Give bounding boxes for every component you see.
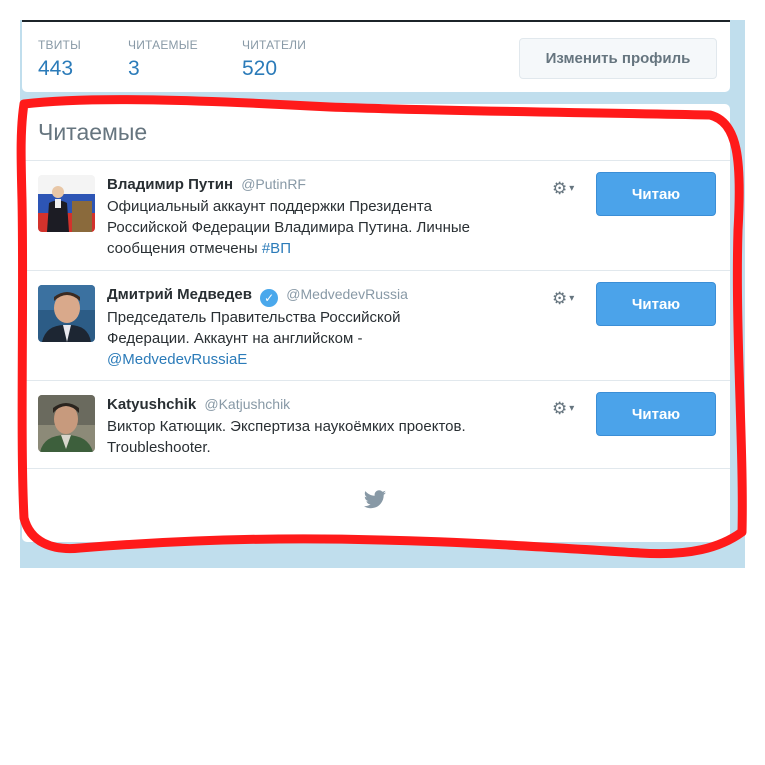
- verified-badge-icon: ✓: [260, 289, 279, 307]
- stat-followers[interactable]: ЧИТАТЕЛИ 520: [242, 38, 306, 81]
- bio-line: Официальный аккаунт поддержки Президента: [107, 198, 432, 215]
- user-handle[interactable]: @PutinRF: [241, 176, 306, 192]
- user-name[interactable]: Дмитрий Медведев: [107, 286, 252, 303]
- screenshot: ТВИТЫ 443 ЧИТАЕМЫЕ 3 ЧИТАТЕЛИ 520 Измени…: [0, 0, 765, 765]
- chevron-down-icon: ▾: [569, 403, 575, 414]
- chevron-down-icon: ▾: [569, 293, 575, 304]
- avatar[interactable]: [38, 175, 95, 232]
- bio-line: сообщения отмечены: [107, 240, 262, 257]
- bio-line: Виктор Катющик. Экспертиза наукоёмких пр…: [107, 418, 466, 435]
- following-card: Читаемые Владимир Путин @PutinRF Официал…: [22, 104, 730, 542]
- user-row: Владимир Путин @PutinRF Официальный акка…: [22, 160, 730, 270]
- user-info: Katyushchik @Katjushchik Виктор Катющик.…: [107, 393, 527, 458]
- stat-following[interactable]: ЧИТАЕМЫЕ 3: [128, 38, 198, 81]
- user-actions-dropdown[interactable]: ⚙ ▾: [552, 397, 588, 421]
- stat-followers-label: ЧИТАТЕЛИ: [242, 38, 307, 52]
- user-row: Дмитрий Медведев ✓ @MedvedevRussia Предс…: [22, 270, 730, 380]
- user-bio: Председатель Правительства Российской Фе…: [107, 307, 527, 370]
- mention-link[interactable]: @MedvedevRussiaE: [107, 349, 527, 370]
- stat-followers-value: 520: [242, 57, 278, 80]
- hashtag-link[interactable]: #ВП: [262, 240, 291, 257]
- user-handle[interactable]: @Katjushchik: [204, 396, 290, 412]
- gear-icon: ⚙: [552, 179, 568, 198]
- bio-line: Российской Федерации Владимира Путина. Л…: [107, 219, 470, 236]
- user-info: Владимир Путин @PutinRF Официальный акка…: [107, 173, 527, 259]
- bio-line: Председатель Правительства Российской: [107, 309, 401, 326]
- stat-following-label: ЧИТАЕМЫЕ: [128, 38, 198, 52]
- card-footer-divider: [22, 468, 730, 469]
- avatar[interactable]: [38, 395, 95, 452]
- user-actions-dropdown[interactable]: ⚙ ▾: [552, 177, 588, 201]
- stat-following-value: 3: [128, 57, 140, 80]
- gear-icon: ⚙: [552, 399, 568, 418]
- stat-tweets-value: 443: [38, 57, 74, 80]
- profile-stats-card: ТВИТЫ 443 ЧИТАЕМЫЕ 3 ЧИТАТЕЛИ 520 Измени…: [22, 20, 730, 92]
- user-row: Katyushchik @Katjushchik Виктор Катющик.…: [22, 380, 730, 468]
- user-name[interactable]: Katyushchik: [107, 396, 196, 413]
- following-button[interactable]: Читаю: [596, 282, 716, 326]
- user-bio: Виктор Катющик. Экспертиза наукоёмких пр…: [107, 416, 527, 458]
- edit-profile-button[interactable]: Изменить профиль: [519, 38, 717, 79]
- stat-tweets[interactable]: ТВИТЫ 443: [38, 38, 81, 81]
- user-bio: Официальный аккаунт поддержки Президента…: [107, 196, 527, 259]
- following-card-title: Читаемые: [38, 119, 148, 145]
- bio-line: Troubleshooter.: [107, 439, 211, 456]
- avatar[interactable]: [38, 285, 95, 342]
- bio-line: Федерации. Аккаунт на английском -: [107, 330, 363, 347]
- gear-icon: ⚙: [552, 289, 568, 308]
- following-button[interactable]: Читаю: [596, 392, 716, 436]
- user-actions-dropdown[interactable]: ⚙ ▾: [552, 287, 588, 311]
- user-info: Дмитрий Медведев ✓ @MedvedevRussia Предс…: [107, 283, 527, 370]
- stat-tweets-label: ТВИТЫ: [38, 38, 81, 52]
- user-name[interactable]: Владимир Путин: [107, 176, 233, 193]
- following-button[interactable]: Читаю: [596, 172, 716, 216]
- user-handle[interactable]: @MedvedevRussia: [286, 286, 408, 302]
- twitter-bird-icon: [363, 490, 387, 510]
- chevron-down-icon: ▾: [569, 183, 575, 194]
